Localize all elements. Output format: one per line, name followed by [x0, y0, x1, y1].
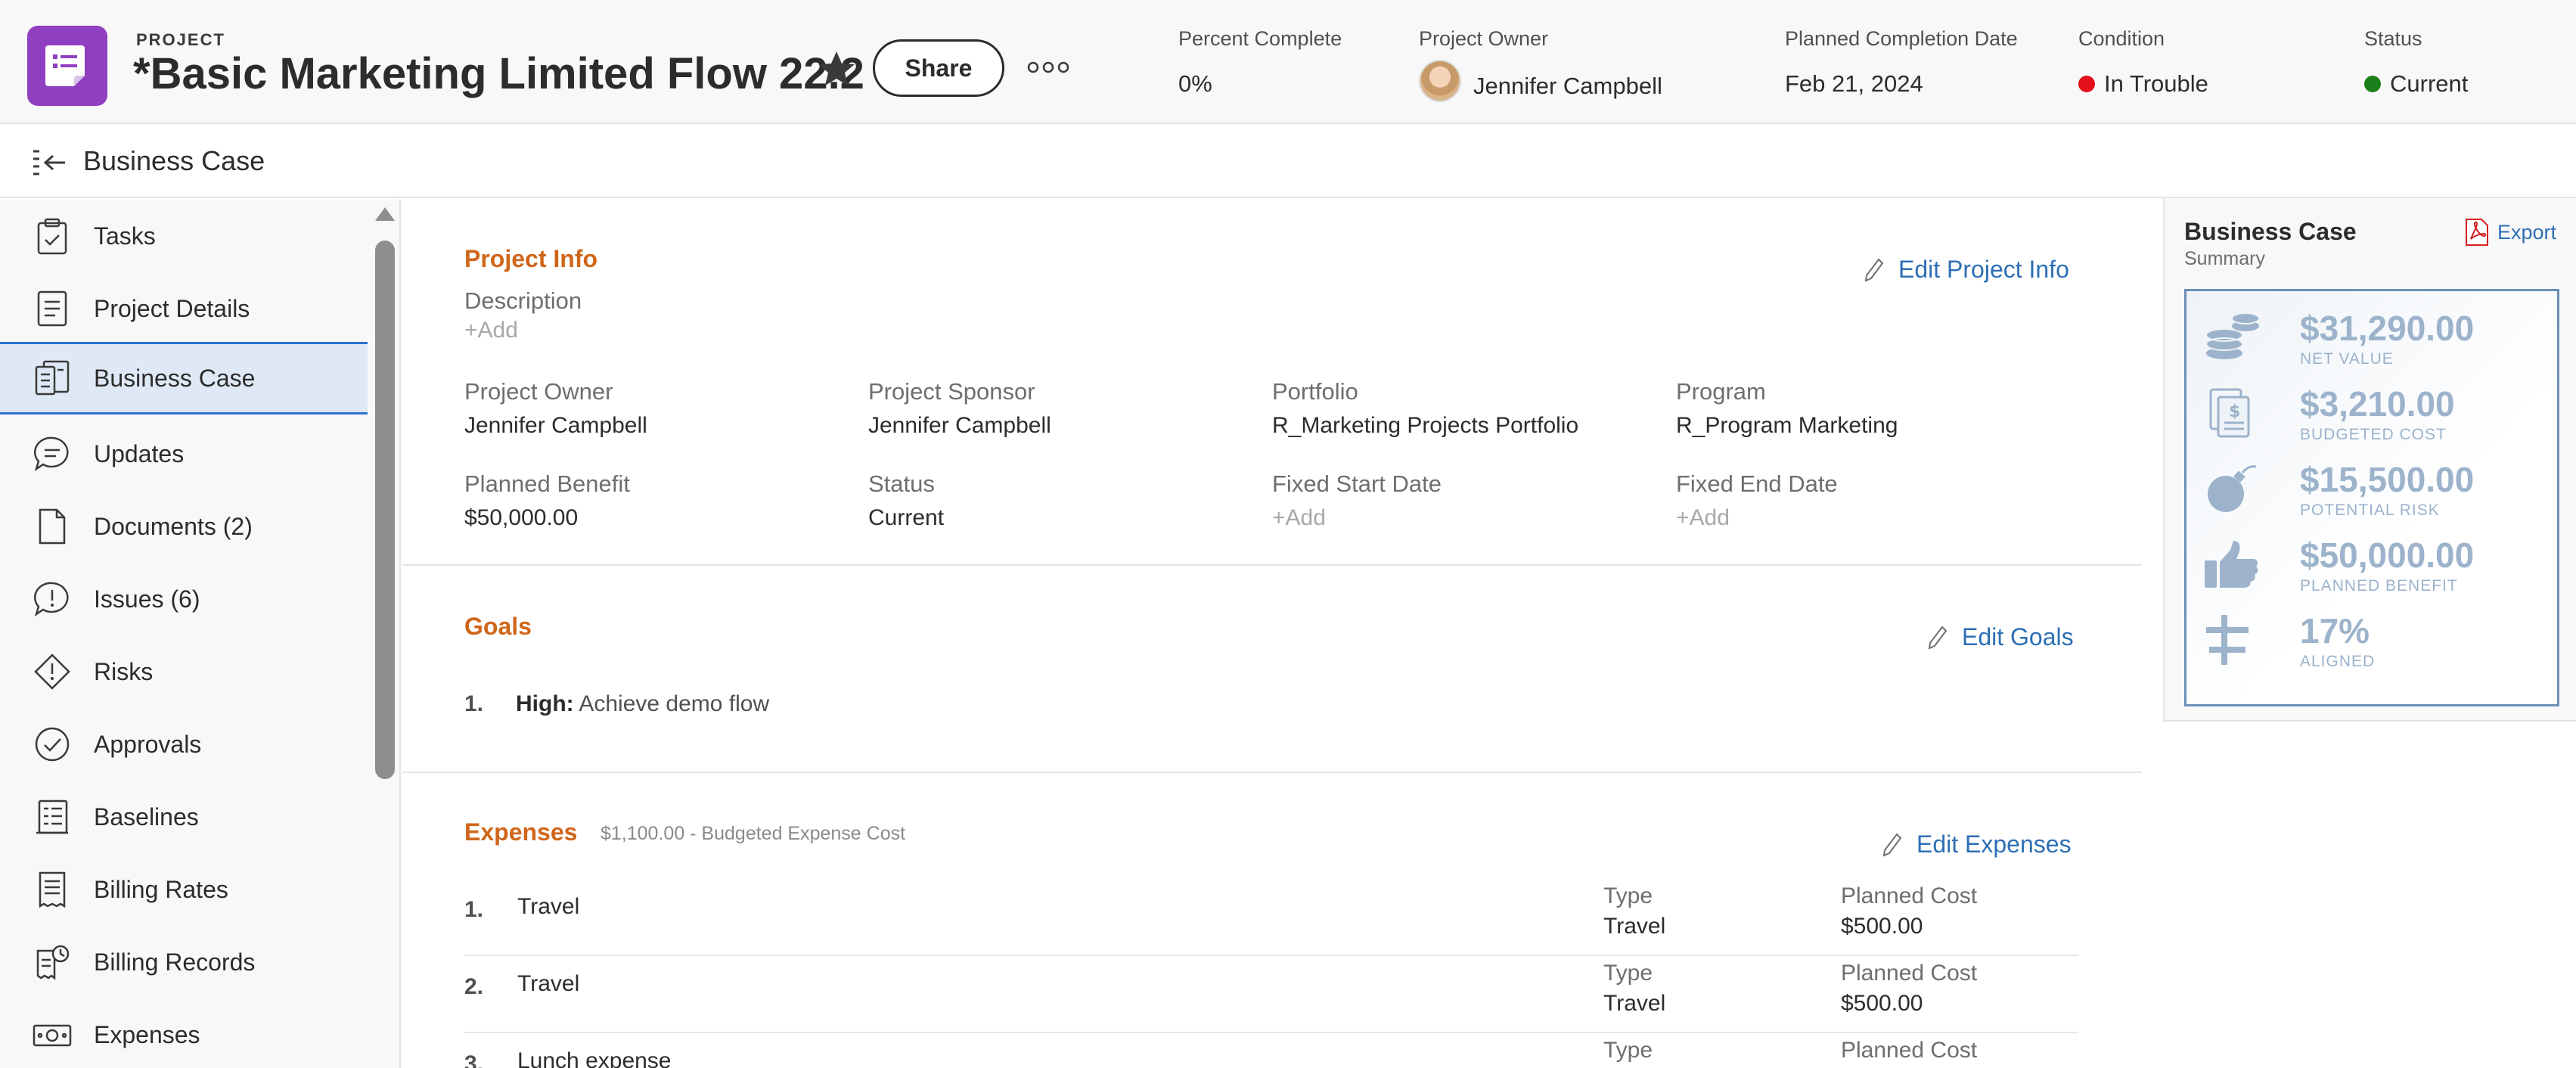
project-info-title: Project Info: [464, 245, 598, 272]
sidebar-item-business-case[interactable]: Business Case: [0, 342, 368, 414]
planned-benefit-metric: $50,000.00 PLANNED BENEFIT: [2202, 530, 2550, 606]
status-info: Status Current: [868, 470, 945, 530]
sidebar-item-risks[interactable]: Risks: [0, 635, 368, 708]
planned-completion-field: Planned Completion Date Feb 21, 2024: [1785, 27, 2018, 97]
condition-value: In Trouble: [2104, 70, 2208, 97]
sidebar-item-documents[interactable]: Documents (2): [0, 490, 368, 563]
favorite-star-icon[interactable]: [814, 47, 859, 92]
expense-row[interactable]: 2. Travel Type Travel Planned Cost $500.…: [464, 958, 2078, 1033]
edit-project-info-link[interactable]: Edit Project Info: [1864, 256, 2069, 284]
business-case-icon: [32, 358, 73, 399]
sidebar-item-issues[interactable]: Issues (6): [0, 563, 368, 635]
collapse-sidebar-icon[interactable]: [30, 147, 68, 184]
project-label: PROJECT: [136, 30, 225, 49]
bomb-icon: [2208, 465, 2257, 512]
money-icon: [32, 1014, 73, 1055]
sidebar-item-tasks[interactable]: Tasks: [0, 200, 368, 272]
net-value-metric: $31,290.00 NET VALUE: [2202, 303, 2550, 379]
status-dot: [2364, 76, 2381, 92]
budget-document-icon: $: [2209, 388, 2250, 438]
project-owner-name: Jennifer Campbell: [1473, 73, 1662, 99]
file-icon: [32, 506, 73, 547]
sidebar-item-approvals[interactable]: Approvals: [0, 708, 368, 781]
edit-goals-link[interactable]: Edit Goals: [1927, 623, 2074, 651]
export-link[interactable]: Export: [2464, 218, 2556, 247]
page-title: Business Case: [83, 145, 265, 176]
diamond-alert-icon: [32, 651, 73, 692]
summary-subtitle: Summary: [2184, 248, 2265, 269]
sidebar-nav: Tasks Project Details Business Case Upda…: [0, 200, 401, 1068]
check-circle-icon: [32, 724, 73, 765]
goal-item: 1. High: Achieve demo flow: [464, 691, 770, 716]
project-owner-info: Project Owner Jennifer Campbell: [464, 378, 647, 438]
budgeted-cost-metric: $ $3,210.00 BUDGETED COST: [2202, 379, 2550, 455]
thumbs-up-icon: [2205, 541, 2258, 588]
portfolio-info: Portfolio R_Marketing Projects Portfolio: [1272, 378, 1579, 438]
sidebar-item-expenses[interactable]: Expenses: [0, 998, 368, 1068]
baseline-icon: [32, 796, 73, 837]
fixed-start-date-info[interactable]: Fixed Start Date +Add: [1272, 470, 1442, 531]
sidebar-item-baselines[interactable]: Baselines: [0, 781, 368, 853]
svg-text:$: $: [2229, 402, 2240, 421]
scrollbar-thumb[interactable]: [375, 241, 395, 779]
fixed-end-date-info[interactable]: Fixed End Date +Add: [1676, 470, 1838, 531]
coins-icon: [2205, 312, 2260, 359]
expense-row[interactable]: 1. Travel Type Travel Planned Cost $500.…: [464, 880, 2078, 956]
expense-row[interactable]: 3. Lunch expense Type Planned Cost: [464, 1035, 2078, 1068]
receipt-icon: [32, 869, 73, 910]
section-divider: [402, 772, 2142, 773]
sidebar-item-project-details[interactable]: Project Details: [0, 272, 368, 345]
speech-bubble-icon: [32, 433, 73, 474]
business-case-summary-panel: Business Case Summary Export $31,290.00 …: [2163, 198, 2576, 722]
project-icon: [27, 26, 107, 106]
section-divider: [402, 564, 2142, 566]
sidebar-scrollbar[interactable]: [374, 207, 396, 1068]
goals-title: Goals: [464, 613, 532, 640]
potential-risk-metric: $15,500.00 POTENTIAL RISK: [2202, 455, 2550, 530]
edit-expenses-link[interactable]: Edit Expenses: [1882, 830, 2072, 858]
sidebar-item-billing-records[interactable]: Billing Records: [0, 926, 368, 998]
summary-title: Business Case: [2184, 218, 2357, 245]
avatar: [1419, 60, 1461, 102]
percent-complete-field: Percent Complete 0%: [1178, 27, 1342, 97]
sidebar-item-updates[interactable]: Updates: [0, 418, 368, 490]
share-button[interactable]: Share: [873, 39, 1004, 97]
condition-field[interactable]: Condition In Trouble: [2078, 27, 2208, 98]
scroll-up-arrow-icon[interactable]: [375, 207, 395, 221]
program-info: Program R_Program Marketing: [1676, 378, 1898, 438]
aligned-metric: 17% ALIGNED: [2202, 606, 2550, 681]
planned-benefit-info: Planned Benefit $50,000.00: [464, 470, 630, 530]
business-case-main: Project Info Edit Project Info Descripti…: [402, 200, 2142, 1068]
alert-bubble-icon: [32, 579, 73, 619]
align-icon: [2206, 615, 2249, 665]
more-options-icon[interactable]: [1027, 56, 1069, 79]
project-owner-field[interactable]: Project Owner Jennifer Campbell: [1419, 27, 1662, 102]
expenses-title: Expenses: [464, 818, 578, 846]
project-title: *Basic Marketing Limited Flow 22.2: [133, 49, 864, 98]
description-field[interactable]: Description +Add: [464, 287, 582, 343]
pencil-icon: [1864, 257, 1884, 282]
status-value: Current: [2390, 70, 2469, 97]
clipboard-check-icon: [32, 216, 73, 256]
status-field[interactable]: Status Current: [2364, 27, 2468, 98]
pencil-icon: [1928, 625, 1948, 650]
pdf-icon: [2466, 219, 2488, 246]
summary-metrics-box: $31,290.00 NET VALUE $ $3,210.00 BUDGETE…: [2184, 289, 2559, 706]
sidebar-item-billing-rates[interactable]: Billing Rates: [0, 853, 368, 926]
project-sponsor-info: Project Sponsor Jennifer Campbell: [868, 378, 1051, 438]
project-header: PROJECT *Basic Marketing Limited Flow 22…: [0, 0, 2576, 124]
billing-clock-icon: [32, 942, 73, 983]
page-subheader: Business Case: [0, 126, 2576, 198]
condition-status-dot: [2078, 76, 2095, 92]
pencil-icon: [1882, 832, 1902, 857]
document-lines-icon: [32, 288, 73, 329]
budgeted-expense-cost: $1,100.00 - Budgeted Expense Cost: [601, 823, 906, 844]
